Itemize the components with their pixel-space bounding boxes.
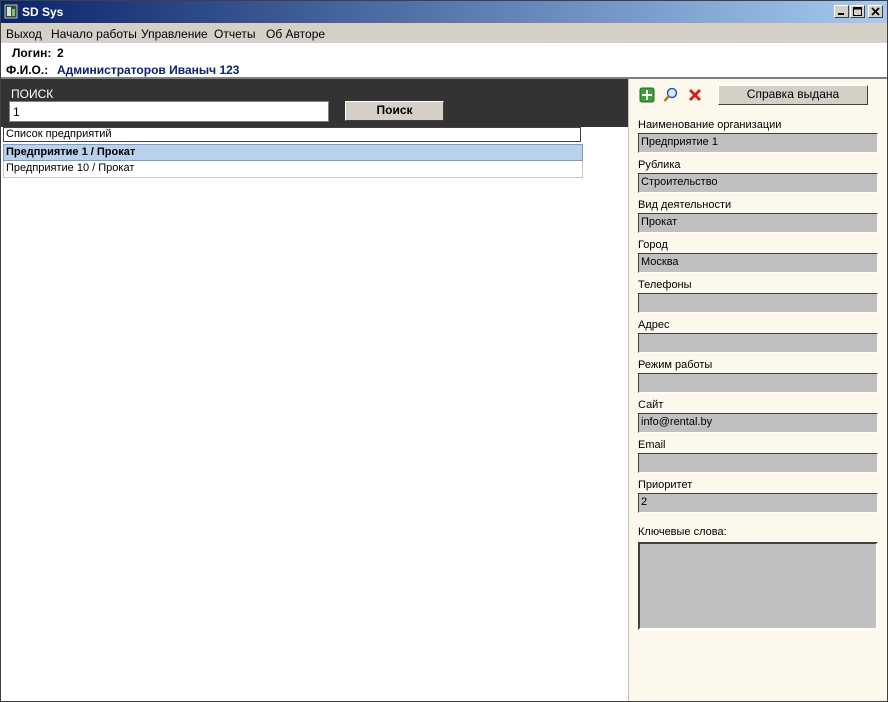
menu-exit[interactable]: Выход [6,27,42,41]
priority-label: Приоритет [638,479,693,491]
delete-icon[interactable] [687,87,703,103]
search-button[interactable]: Поиск [345,101,444,121]
list-item-selected[interactable]: Предприятие 1 / Прокат [3,144,583,161]
maximize-button[interactable] [850,5,865,18]
keywords-field[interactable] [638,542,878,630]
category-field[interactable]: Строительство [638,173,878,193]
search-label: ПОИСК [11,87,54,101]
login-label: Логин: [12,46,52,60]
maximize-icon [853,7,862,16]
org-name-label: Наименование организации [638,119,782,131]
menu-bar: Выход Начало работы Управление Отчеты Об… [1,23,887,43]
menu-start-work[interactable]: Начало работы [51,27,137,41]
address-field[interactable] [638,333,878,353]
city-field[interactable]: Москва [638,253,878,273]
site-field[interactable]: info@rental.by [638,413,878,433]
title-bar[interactable]: SD Sys [1,1,887,23]
enterprise-list: Список предприятий Предприятие 1 / Прока… [1,127,628,701]
app-window: SD Sys Выход Начало работы Управление От… [0,0,888,702]
phones-label: Телефоны [638,279,692,291]
priority-field[interactable]: 2 [638,493,878,513]
search-icon[interactable] [663,87,679,103]
menu-management[interactable]: Управление [141,27,208,41]
address-label: Адрес [638,319,670,331]
user-info-bar: Логин: 2 Ф.И.О.: Администраторов Иваныч … [1,43,887,77]
email-label: Email [638,439,666,451]
window-title: SD Sys [22,5,64,19]
phones-field[interactable] [638,293,878,313]
work-hours-label: Режим работы [638,359,713,371]
help-issued-button[interactable]: Справка выдана [718,85,868,105]
close-button[interactable] [868,5,883,18]
search-input[interactable] [9,101,329,122]
add-icon[interactable] [639,87,655,103]
work-hours-field[interactable] [638,373,878,393]
details-panel: Справка выдана Наименование организации … [629,79,887,701]
minimize-button[interactable] [834,5,849,18]
login-value: 2 [57,46,64,60]
close-icon [871,7,880,16]
menu-reports[interactable]: Отчеты [214,27,255,41]
email-field[interactable] [638,453,878,473]
org-name-field[interactable]: Предприятие 1 [638,133,878,153]
fio-label: Ф.И.О.: [6,63,49,77]
fio-value: Администраторов Иваныч 123 [57,63,240,77]
app-icon [4,4,18,19]
category-label: Рублика [638,159,681,171]
menu-about[interactable]: Об Авторе [266,27,325,41]
list-item[interactable]: Предприятие 10 / Прокат [3,161,583,178]
keywords-label: Ключевые слова: [638,526,727,538]
site-label: Сайт [638,399,664,411]
activity-type-label: Вид деятельности [638,199,732,211]
city-label: Город [638,239,668,251]
activity-type-field[interactable]: Прокат [638,213,878,233]
list-header[interactable]: Список предприятий [3,127,581,142]
search-panel: ПОИСК Поиск [1,79,628,127]
minimize-icon [838,13,844,15]
